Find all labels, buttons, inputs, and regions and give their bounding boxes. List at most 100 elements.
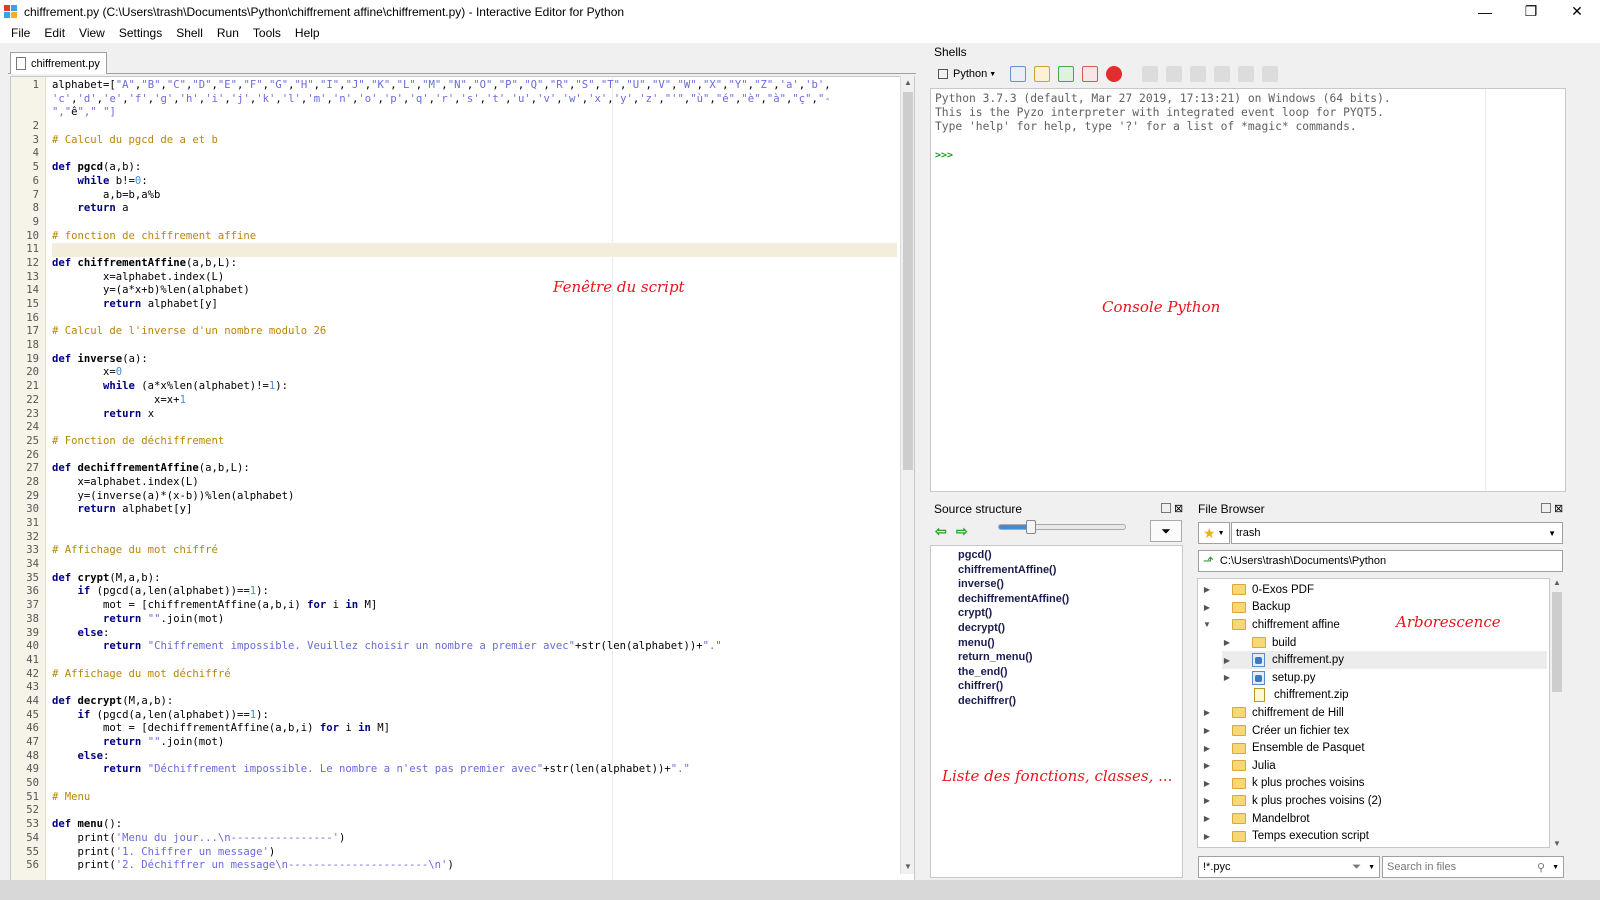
code-line[interactable]: 'c','d','e','f','g','h','i','j','k','l',… (52, 93, 897, 107)
code-line[interactable]: 27 def dechiffrementAffine(a,b,L): (26, 462, 897, 476)
code-line[interactable]: 37 mot = [chiffrementAffine(a,b,i) for i… (26, 599, 897, 613)
folder-up-icon[interactable]: ⬏ (1203, 553, 1214, 569)
folder-item[interactable]: ▶ Créer un fichier tex (1202, 722, 1349, 740)
code-line[interactable]: 47 return "".join(mot) (26, 736, 897, 750)
code-line[interactable]: 26 (26, 449, 897, 463)
expanded-arrow-icon[interactable]: ▼ (1202, 620, 1212, 629)
structure-item[interactable]: the_end() (958, 666, 1008, 678)
float-panel-icon[interactable] (1541, 503, 1551, 513)
back-arrow-icon[interactable]: ⇦ (935, 523, 947, 540)
collapsed-arrow-icon[interactable]: ▶ (1222, 673, 1232, 682)
file-item[interactable]: ▶ chiffrement.py (1222, 651, 1547, 669)
menu-shell[interactable]: Shell (169, 26, 210, 40)
code-line[interactable]: 15 return alphabet[y] (26, 298, 897, 312)
collapsed-arrow-icon[interactable]: ▶ (1202, 708, 1212, 717)
code-area[interactable]: 1 alphabet=["A","B","C","D","E","F","G","… (26, 79, 897, 873)
code-line[interactable]: 20 x=0 (26, 366, 897, 380)
folder-item[interactable]: ▶ Julia (1202, 757, 1276, 775)
project-select[interactable]: trash ▼ (1231, 522, 1563, 544)
folder-item[interactable]: ▼ chiffrement affine (1202, 616, 1340, 634)
code-line[interactable]: 13 x=alphabet.index(L) (26, 271, 897, 285)
code-line[interactable]: 29 y=(inverse(a)*(x-b))%len(alphabet) (26, 490, 897, 504)
code-line[interactable]: 21 while (a*x%len(alphabet)!=1): (26, 380, 897, 394)
scroll-thumb[interactable] (1552, 592, 1562, 692)
menu-file[interactable]: File (4, 26, 37, 40)
code-line[interactable]: 35 def crypt(M,a,b): (26, 572, 897, 586)
code-line[interactable]: 22 x=x+1 (26, 394, 897, 408)
code-line[interactable]: 7 a,b=b,a%b (33, 189, 897, 203)
code-line[interactable]: 49 return "Déchiffrement impossible. Le … (26, 763, 897, 777)
close-button[interactable]: ✕ (1554, 0, 1600, 23)
star-button[interactable]: ★ ▼ (1198, 522, 1230, 544)
code-line[interactable]: 24 (26, 421, 897, 435)
code-line[interactable]: 36 if (pgcd(a,len(alphabet))==1): (26, 585, 897, 599)
maximize-button[interactable]: ❐ (1508, 0, 1554, 23)
new-shell-icon[interactable] (1010, 66, 1027, 82)
code-line[interactable]: 8 return a (33, 202, 897, 216)
code-line[interactable]: 44 def decrypt(M,a,b): (26, 695, 897, 709)
code-line[interactable]: 38 return "".join(mot) (26, 613, 897, 627)
structure-item[interactable]: decrypt() (958, 622, 1005, 634)
file-filter-input[interactable]: !*.pyc ⏷ ▼ (1198, 856, 1380, 878)
code-line[interactable]: 19 def inverse(a): (26, 353, 897, 367)
code-line[interactable]: 5 def pgcd(a,b): (33, 161, 897, 175)
code-line[interactable]: 10 # fonction de chiffrement affine (26, 230, 897, 244)
code-line[interactable]: 41 (26, 654, 897, 668)
folder-item[interactable]: ▶ Backup (1202, 599, 1290, 617)
code-line[interactable]: 32 (26, 531, 897, 545)
code-line[interactable]: 17 # Calcul de l'inverse d'un nombre modu… (26, 325, 897, 339)
float-panel-icon[interactable] (1161, 503, 1171, 513)
scroll-up-arrow[interactable]: ▲ (1550, 578, 1564, 587)
search-files-input[interactable]: Search in files ⚲ ▼ (1382, 856, 1564, 878)
scroll-thumb[interactable] (903, 92, 913, 470)
folder-item[interactable]: ▶ k plus proches voisins (2) (1202, 792, 1382, 810)
code-line[interactable]: 4 (33, 147, 897, 161)
collapsed-arrow-icon[interactable]: ▶ (1222, 638, 1232, 647)
close-panel-icon[interactable]: ⊠ (1174, 502, 1183, 515)
file-tree-scrollbar[interactable]: ▲ ▼ (1550, 578, 1564, 848)
code-line[interactable]: 51 # Menu (26, 791, 897, 805)
structure-level-slider[interactable] (998, 520, 1126, 534)
restart-shell-icon[interactable] (1058, 66, 1075, 82)
code-editor[interactable]: 1 alphabet=["A","B","C","D","E","F","G","… (10, 76, 915, 890)
tab-chiffrement-py[interactable]: chiffrement.py (10, 52, 107, 74)
collapsed-arrow-icon[interactable]: ▶ (1202, 744, 1212, 753)
code-line[interactable]: 33 # Affichage du mot chiffré (26, 544, 897, 558)
collapsed-arrow-icon[interactable]: ▶ (1202, 779, 1212, 788)
code-line[interactable]: 48 else: (26, 750, 897, 764)
structure-item[interactable]: inverse() (958, 578, 1004, 590)
file-item[interactable]: ▶ setup.py (1222, 669, 1315, 687)
code-line[interactable]: 6 while b!=0: (33, 175, 897, 189)
code-line[interactable]: ","ê"," "] (52, 106, 897, 120)
code-line[interactable]: 55 print('1. Chiffrer un message') (26, 846, 897, 860)
folder-item[interactable]: ▶ Temps execution script (1202, 827, 1369, 845)
editor-vertical-scrollbar[interactable]: ▲ ▼ (900, 76, 914, 874)
menu-tools[interactable]: Tools (246, 26, 288, 40)
structure-item[interactable]: chiffrer() (958, 680, 1003, 692)
forward-arrow-icon[interactable]: ⇨ (956, 523, 968, 540)
structure-item[interactable]: pgcd() (958, 549, 992, 561)
code-line[interactable]: 23 return x (26, 408, 897, 422)
path-input[interactable]: ⬏ C:\Users\trash\Documents\Python (1198, 550, 1563, 572)
menu-settings[interactable]: Settings (112, 26, 169, 40)
collapsed-arrow-icon[interactable]: ▶ (1202, 796, 1212, 805)
structure-item[interactable]: return_menu() (958, 651, 1033, 663)
filter-button[interactable]: ⏷ (1150, 520, 1182, 542)
collapsed-arrow-icon[interactable]: ▶ (1202, 726, 1212, 735)
code-line[interactable]: 9 (33, 216, 897, 230)
code-line[interactable]: 34 (26, 558, 897, 572)
slider-knob[interactable] (1025, 520, 1036, 534)
code-line[interactable]: 52 (26, 804, 897, 818)
folder-item[interactable]: ▶ build (1222, 634, 1296, 652)
collapsed-arrow-icon[interactable]: ▶ (1222, 656, 1232, 665)
minimize-button[interactable]: — (1462, 0, 1508, 23)
structure-item[interactable]: dechiffrer() (958, 695, 1016, 707)
terminate-shell-icon[interactable] (1106, 66, 1123, 82)
code-line[interactable]: 42 # Affichage du mot déchiffré (26, 668, 897, 682)
code-line[interactable]: 30 return alphabet[y] (26, 503, 897, 517)
code-line[interactable]: 50 (26, 777, 897, 791)
code-line[interactable]: 40 return "Chiffrement impossible. Veuil… (26, 640, 897, 654)
collapsed-arrow-icon[interactable]: ▶ (1202, 814, 1212, 823)
folder-item[interactable]: ▶ k plus proches voisins (1202, 775, 1365, 793)
code-line[interactable]: 25 # Fonction de déchiffrement (26, 435, 897, 449)
